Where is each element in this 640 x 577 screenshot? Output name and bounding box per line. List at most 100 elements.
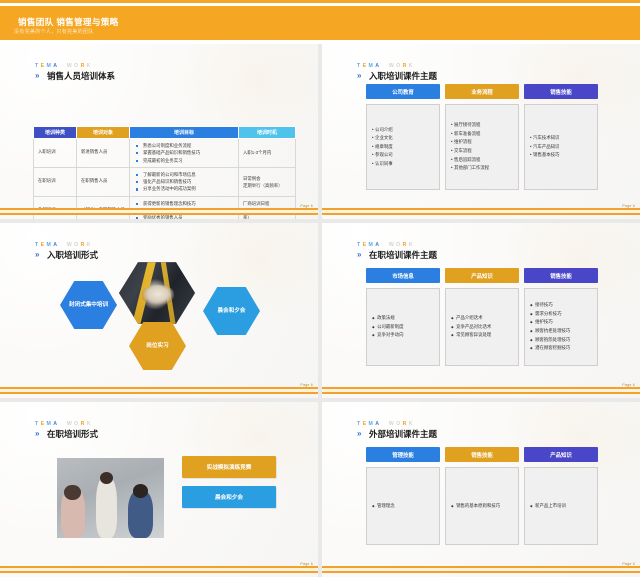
table-row: 在职培训 在职销售人员 了解最新的公司和市场信息 强化产品知识和销售技巧 分享业… <box>33 166 296 197</box>
list-item: 熟悉公司制度和业务流程 <box>136 142 234 149</box>
list-item: 竞争对手动向 <box>372 331 434 340</box>
list-item: 维护流程 <box>451 138 513 147</box>
banner-body: 销售团队 销售管理与策略 没有完美的个人，只有完美的团队 <box>0 6 640 40</box>
list-item: 顾客抗拒处理技巧 <box>530 327 592 336</box>
chevron-icon: » <box>357 428 361 438</box>
cell-kind: 在职培训 <box>33 166 77 197</box>
slide-thumbnail-1[interactable]: TEMA WORK » 销售人员培训体系 培训种类 培训对象 培训目标 培训时机… <box>0 44 318 219</box>
timing-line: 厂商培训日程 <box>243 200 270 206</box>
card-product-knowledge: 产品知识 产品介绍话术 竞争产品对比话术 常见顾客异议处理 <box>445 268 519 366</box>
photo-figure-head <box>132 484 148 498</box>
footer-bar-bottom <box>0 212 318 215</box>
card-header: 业务流程 <box>445 84 519 99</box>
list-item: 公司介绍 <box>372 126 434 135</box>
table-head: 培训种类 培训对象 培训目标 培训时机 <box>33 126 296 139</box>
banner-accent-line <box>0 0 640 3</box>
list-item: 掌握基础产品知识和销售技巧 <box>136 149 234 156</box>
list-item: 销售的基本原则和技巧 <box>451 502 513 511</box>
list-item: 了解最新的公司和市场信息 <box>136 171 234 178</box>
list-item: 产品介绍话术 <box>451 314 513 323</box>
button-morning-evening-meeting[interactable]: 晨会和夕会 <box>182 486 276 508</box>
top-banner: 销售团队 销售管理与策略 没有完美的个人，只有完美的团队 <box>0 0 640 44</box>
list-item: 管理理念 <box>372 502 434 511</box>
footer-bar-bottom <box>0 391 318 394</box>
eyebrow-label: TEMA WORK <box>357 63 415 69</box>
card-body: 展厅接待流程 新车准备流程 维护流程 交车流程 售后追踪流程 其他部门工作流程 <box>445 104 519 190</box>
col-header-kind: 培训种类 <box>33 126 77 139</box>
list-item: 认识同事 <box>372 160 434 169</box>
hexagon-label: 岗位实习 <box>146 342 169 349</box>
slide-thumbnail-2[interactable]: TEMA WORK » 入职培训课件主题 公司教育 公司介绍 企业文化 规章制度… <box>322 44 640 219</box>
hexagon-closed-training[interactable]: 封闭式集中培训 <box>60 281 117 329</box>
card-body: 新产品上市培训 <box>524 467 598 545</box>
list-item: 强化产品知识和销售技巧 <box>136 178 234 185</box>
slide-thumbnail-4[interactable]: TEMA WORK » 在职培训课件主题 市场信息 政策法规 公司最新制度 竞争… <box>322 223 640 398</box>
col-header-goal: 培训目标 <box>129 126 239 139</box>
card-header: 市场信息 <box>366 268 440 283</box>
photo-figure-head <box>64 485 81 500</box>
card-body: 汽车技术知识 汽车产品知识 销售基本技巧 <box>524 104 598 190</box>
eyebrow-label: TEMA WORK <box>35 63 93 69</box>
list-item: 规章制度 <box>372 143 434 152</box>
hexagon-diagram: 封闭式集中培训 岗位实习 晨会和夕会 <box>0 223 318 398</box>
card-management-skill: 管理技能 管理理念 <box>366 447 440 545</box>
list-item: 需求分析技巧 <box>530 310 592 319</box>
list-item: 公司最新制度 <box>372 323 434 332</box>
card-header: 销售技能 <box>524 84 598 99</box>
card-header: 销售技能 <box>445 447 519 462</box>
footer-bar-bottom <box>322 391 640 394</box>
card-sales-skill: 销售技能 接待技巧 需求分析技巧 维护技巧 顾客抗拒处理技巧 顾客抱怨处理技巧 … <box>524 268 598 366</box>
list-item: 销售基本技巧 <box>530 151 592 160</box>
list-item: 其他部门工作流程 <box>451 164 513 173</box>
photo-figure-head <box>99 472 113 485</box>
slide-thumbnail-5[interactable]: TEMA WORK » 在职培训形式 实战模拟演练竞赛 晨会和夕会 Page 6 <box>0 402 318 577</box>
card-company-education: 公司教育 公司介绍 企业文化 规章制度 参观公司 认识同事 <box>366 84 440 190</box>
slide-thumbnail-3[interactable]: TEMA WORK » 入职培训形式 封闭式集中培训 岗位实习 晨会和夕会 Pa… <box>0 223 318 398</box>
card-body: 接待技巧 需求分析技巧 维护技巧 顾客抗拒处理技巧 顾客抱怨处理技巧 潜在顾客挖… <box>524 288 598 366</box>
footer-bar-bottom <box>322 212 640 215</box>
button-simulation-contest[interactable]: 实战模拟演练竞赛 <box>182 456 276 478</box>
list-item: 新车准备流程 <box>451 130 513 139</box>
list-item: 企业文化 <box>372 134 434 143</box>
slide-title: 入职培训课件主题 <box>369 71 438 81</box>
cell-kind: 入职培训 <box>33 138 77 168</box>
list-item: 接待技巧 <box>530 301 592 310</box>
list-item: 新产品上市培训 <box>530 502 592 511</box>
card-body: 公司介绍 企业文化 规章制度 参观公司 认识同事 <box>366 104 440 190</box>
card-header: 产品知识 <box>445 268 519 283</box>
photo-figure <box>95 475 117 538</box>
timing-line: 定期举行（高频率） <box>243 182 283 188</box>
cell-goals: 了解最新的公司和市场信息 强化产品知识和销售技巧 分享业务活动中的成功案例 <box>129 166 239 197</box>
page-number: Page 6 <box>622 383 635 387</box>
eyebrow-label: TEMA WORK <box>35 421 93 427</box>
card-product-knowledge: 产品知识 新产品上市培训 <box>524 447 598 545</box>
hexagon-morning-evening-meeting[interactable]: 晨会和夕会 <box>203 287 260 335</box>
slide-title: 销售人员培训体系 <box>47 71 116 81</box>
list-item: 顾客抱怨处理技巧 <box>530 336 592 345</box>
chevron-icon: » <box>35 70 39 80</box>
page-number: Page 6 <box>300 562 313 566</box>
slide-thumbnail-6[interactable]: TEMA WORK » 外部培训课件主题 管理技能 管理理念 销售技能 销售的基… <box>322 402 640 577</box>
list-item: 分享业务活动中的成功案例 <box>136 185 234 192</box>
list-item: 政策法规 <box>372 314 434 323</box>
timing-line: 入职1-3个月内 <box>243 150 272 156</box>
goal-list: 了解最新的公司和市场信息 强化产品知识和销售技巧 分享业务活动中的成功案例 <box>134 171 234 193</box>
goal-list: 熟悉公司制度和业务流程 掌握基础产品知识和销售技巧 完成最初的业务实习 <box>134 142 234 164</box>
team-photo <box>119 262 195 324</box>
card-header: 公司教育 <box>366 84 440 99</box>
card-body: 销售的基本原则和技巧 <box>445 467 519 545</box>
list-item: 完成最初的业务实习 <box>136 157 234 164</box>
hexagon-internship[interactable]: 岗位实习 <box>129 322 186 370</box>
cell-target: 在职销售人员 <box>76 166 130 197</box>
training-system-table: 培训种类 培训对象 培训目标 培训时机 入职培训 新进销售人员 熟悉公司制度和业… <box>33 126 296 219</box>
list-item: 汽车技术知识 <box>530 134 592 143</box>
card-business-process: 业务流程 展厅接待流程 新车准备流程 维护流程 交车流程 售后追踪流程 其他部门… <box>445 84 519 190</box>
list-item: 竞争产品对比话术 <box>451 323 513 332</box>
button-label: 实战模拟演练竞赛 <box>206 465 252 471</box>
hexagon-label: 封闭式集中培训 <box>68 301 109 308</box>
slide-title: 外部培训课件主题 <box>369 429 438 439</box>
banner-title: 销售团队 销售管理与策略 <box>18 17 119 27</box>
col-header-target: 培训对象 <box>76 126 130 139</box>
footer-bar-bottom <box>322 570 640 573</box>
card-body: 产品介绍话术 竞争产品对比话术 常见顾客异议处理 <box>445 288 519 366</box>
